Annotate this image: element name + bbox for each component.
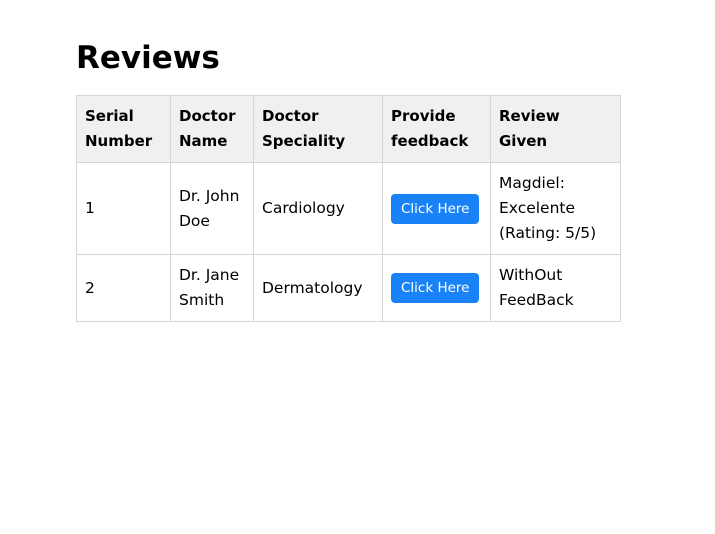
cell-serial-number: 2 — [76, 254, 171, 322]
table-header-row: Serial Number Doctor Name Doctor Special… — [76, 95, 621, 163]
header-doctor-speciality: Doctor Speciality — [253, 95, 383, 163]
page-container: Reviews Serial Number Doctor Name Doctor… — [76, 38, 621, 322]
header-review-given: Review Given — [490, 95, 621, 163]
table-row: 2 Dr. Jane Smith Dermatology Click Here … — [76, 254, 621, 322]
cell-review-given: WithOut FeedBack — [490, 254, 621, 322]
provide-feedback-button[interactable]: Click Here — [391, 193, 480, 224]
cell-serial-number: 1 — [76, 162, 171, 255]
cell-doctor-speciality: Dermatology — [253, 254, 383, 322]
provide-feedback-button[interactable]: Click Here — [391, 273, 480, 303]
header-provide-feedback: Provide feedback — [382, 95, 491, 163]
cell-provide-feedback: Click Here — [382, 162, 491, 255]
page-title: Reviews — [76, 40, 220, 76]
cell-doctor-name: Dr. John Doe — [170, 162, 254, 255]
table-row: 1 Dr. John Doe Cardiology Click Here Mag… — [76, 162, 621, 255]
reviews-table: Serial Number Doctor Name Doctor Special… — [76, 95, 621, 322]
header-serial-number: Serial Number — [76, 95, 171, 163]
cell-provide-feedback: Click Here — [382, 254, 491, 322]
cell-review-given: Magdiel: Excelente (Rating: 5/5) — [490, 162, 621, 255]
cell-doctor-speciality: Cardiology — [253, 162, 383, 255]
header-doctor-name: Doctor Name — [170, 95, 254, 163]
cell-doctor-name: Dr. Jane Smith — [170, 254, 254, 322]
